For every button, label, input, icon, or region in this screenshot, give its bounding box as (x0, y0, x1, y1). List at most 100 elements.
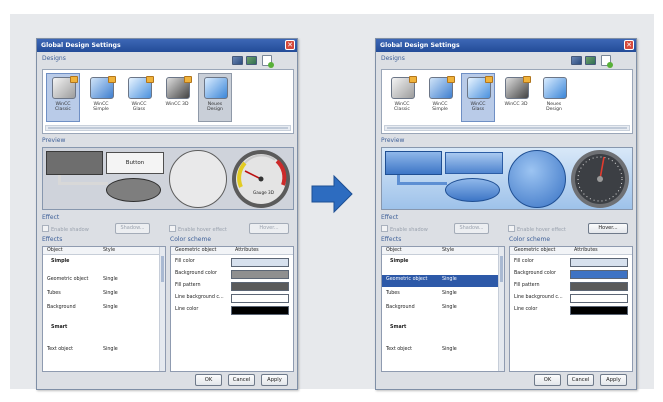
lock-icon (485, 76, 493, 83)
import-design-icon[interactable] (585, 56, 596, 65)
table-row[interactable]: Fill color (510, 257, 632, 269)
shadow-button[interactable]: Shadow... (115, 223, 150, 234)
hover-button[interactable]: Hover... (249, 223, 289, 234)
color-table-header: Geometric object Attributes (510, 247, 632, 255)
design-item-neues-design[interactable]: Neues Design (537, 73, 571, 122)
cancel-button[interactable]: Cancel (567, 374, 594, 386)
color-swatch[interactable] (570, 270, 628, 279)
shadow-button[interactable]: Shadow... (454, 223, 489, 234)
table-row[interactable]: Geometric object Single (43, 275, 165, 287)
table-row[interactable]: Line color (510, 305, 632, 317)
effects-table-scrollbar[interactable] (159, 247, 165, 371)
scrollbar-thumb[interactable] (500, 256, 503, 282)
preview-ellipse (106, 178, 161, 202)
row-label: Fill color (175, 259, 195, 264)
enable-hover-checkbox[interactable]: Enable hover effect (508, 225, 566, 233)
design-item-wincc-glass[interactable]: WinCC Glass (122, 73, 156, 122)
preview-button (445, 152, 503, 174)
designs-label: Designs (42, 55, 66, 62)
color-swatch[interactable] (570, 258, 628, 267)
table-row[interactable]: Background Single (43, 303, 165, 315)
effects-label: Effects (381, 236, 402, 243)
preview-circle (169, 150, 227, 208)
color-swatch[interactable] (570, 282, 628, 291)
row-style: Single (442, 347, 457, 352)
table-row[interactable]: Fill color (171, 257, 293, 269)
design-name: WinCC Classic (394, 102, 410, 113)
table-row[interactable]: Fill pattern (510, 281, 632, 293)
table-row[interactable]: Fill pattern (171, 281, 293, 293)
hover-button[interactable]: Hover... (588, 223, 628, 234)
table-row[interactable]: Tubes Single (43, 289, 165, 301)
design-item-neues-design[interactable]: Neues Design (198, 73, 232, 122)
table-row[interactable]: Smart (382, 323, 504, 335)
table-row[interactable]: Simple (43, 257, 165, 269)
table-row[interactable]: Background color (171, 269, 293, 281)
table-row[interactable]: Text object Single (43, 345, 165, 357)
effects-table-scrollbar[interactable] (498, 247, 504, 371)
color-swatch[interactable] (231, 270, 289, 279)
design-item-wincc-classic[interactable]: WinCC Classic (46, 73, 80, 122)
design-name: WinCC Simple (432, 102, 448, 113)
color-swatch[interactable] (570, 306, 628, 315)
design-thumbnail (90, 76, 116, 99)
close-button[interactable]: ✕ (285, 40, 295, 50)
table-row-selected[interactable]: Geometric object Single (382, 275, 504, 287)
preview-tube (58, 175, 108, 185)
preview-circle (508, 150, 566, 208)
designs-scrollbar[interactable] (384, 125, 630, 131)
table-row[interactable]: Line color (171, 305, 293, 317)
export-design-icon[interactable] (571, 56, 582, 65)
ok-button[interactable]: OK (534, 374, 561, 386)
close-button[interactable]: ✕ (624, 40, 634, 50)
lock-icon (70, 76, 78, 83)
color-swatch[interactable] (231, 282, 289, 291)
table-row[interactable]: Smart (43, 323, 165, 335)
design-item-wincc-3d[interactable]: WinCC 3D (160, 73, 194, 122)
row-style: Single (442, 305, 457, 310)
import-design-icon[interactable] (246, 56, 257, 65)
apply-button[interactable]: Apply (600, 374, 627, 386)
color-swatch[interactable] (231, 258, 289, 267)
table-row[interactable]: Line background c... (171, 293, 293, 305)
enable-shadow-checkbox[interactable]: Enable shadow (42, 225, 89, 233)
design-item-wincc-glass[interactable]: WinCC Glass (461, 73, 495, 122)
cancel-button[interactable]: Cancel (228, 374, 255, 386)
design-name: WinCC Glass (131, 102, 147, 113)
table-row[interactable]: Line background c... (510, 293, 632, 305)
color-swatch[interactable] (231, 294, 289, 303)
table-row[interactable]: Background color (510, 269, 632, 281)
color-swatch[interactable] (231, 306, 289, 315)
row-label: Fill pattern (175, 283, 201, 288)
enable-shadow-checkbox[interactable]: Enable shadow (381, 225, 428, 233)
row-object: Text object (386, 347, 413, 352)
row-object: Smart (390, 325, 407, 330)
apply-button[interactable]: Apply (261, 374, 288, 386)
ok-button[interactable]: OK (195, 374, 222, 386)
table-row[interactable]: Text object Single (382, 345, 504, 357)
enable-hover-checkbox[interactable]: Enable hover effect (169, 225, 227, 233)
new-design-icon[interactable] (262, 55, 274, 68)
design-thumbnail (128, 76, 154, 99)
design-name: WinCC 3D (165, 102, 189, 107)
design-item-wincc-simple[interactable]: WinCC Simple (423, 73, 457, 122)
row-object: Geometric object (386, 277, 428, 282)
new-design-icon[interactable] (601, 55, 613, 68)
design-item-wincc-3d[interactable]: WinCC 3D (499, 73, 533, 122)
design-item-wincc-classic[interactable]: WinCC Classic (385, 73, 419, 122)
table-row[interactable]: Simple (382, 257, 504, 269)
lock-icon (108, 76, 116, 83)
design-item-wincc-simple[interactable]: WinCC Simple (84, 73, 118, 122)
preview-label: Preview (381, 137, 405, 144)
row-style: Single (103, 291, 118, 296)
table-row[interactable]: Background Single (382, 303, 504, 315)
design-name: WinCC 3D (504, 102, 528, 107)
lock-icon (447, 76, 455, 83)
color-swatch[interactable] (570, 294, 628, 303)
table-row[interactable]: Tubes Single (382, 289, 504, 301)
designs-scrollbar[interactable] (45, 125, 291, 131)
scrollbar-thumb[interactable] (161, 256, 164, 282)
export-design-icon[interactable] (232, 56, 243, 65)
row-label: Fill color (514, 259, 534, 264)
row-label: Background color (514, 271, 556, 276)
